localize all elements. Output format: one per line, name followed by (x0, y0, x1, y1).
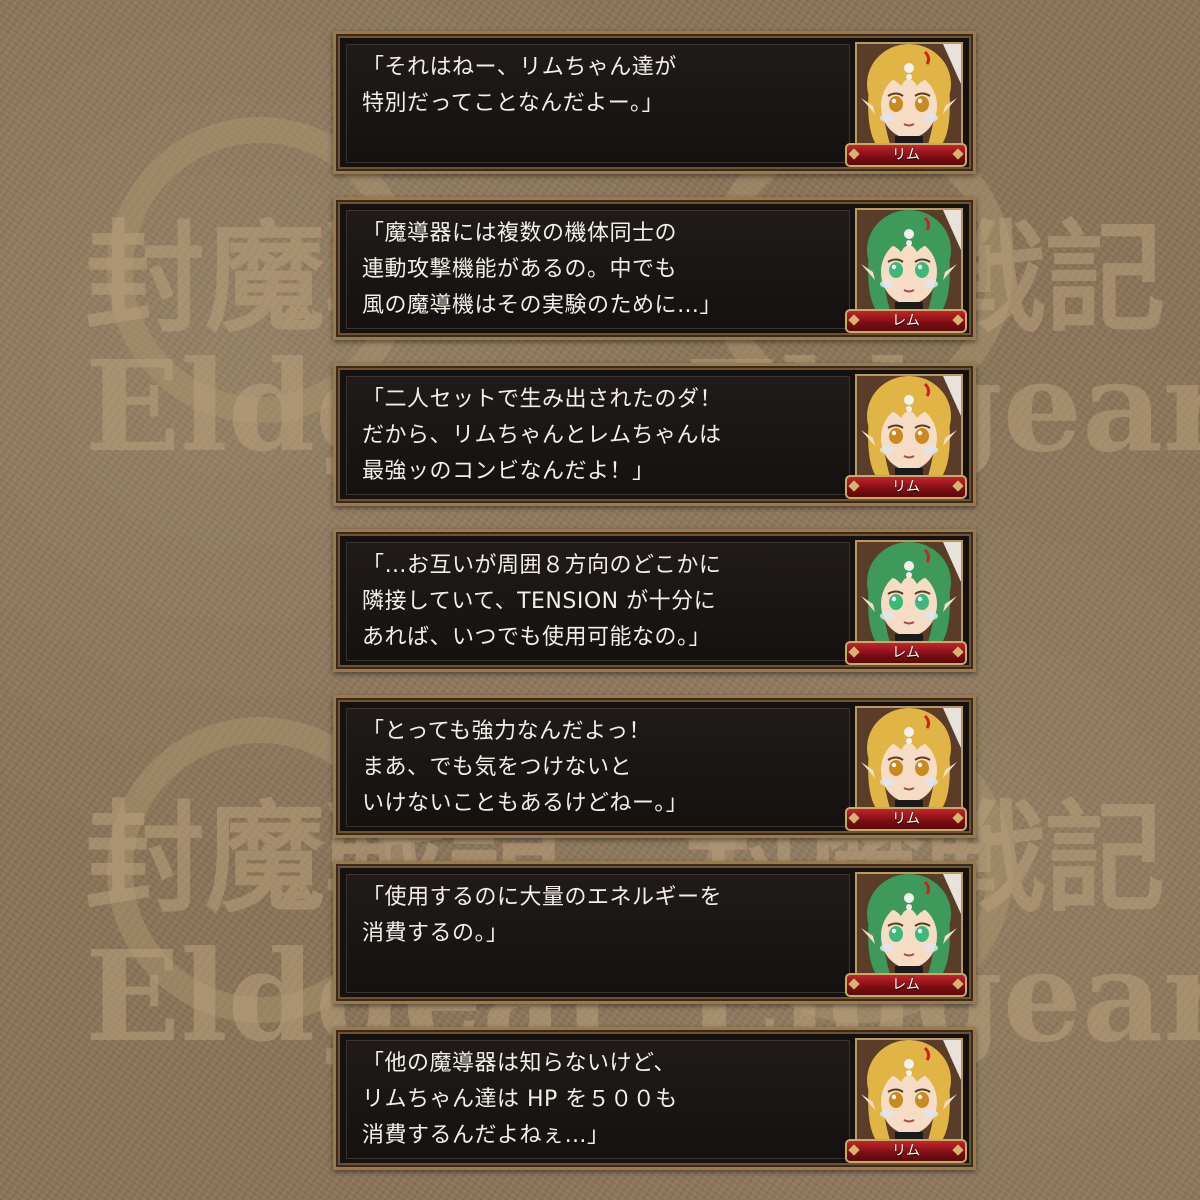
character-portrait (855, 872, 963, 980)
rem-portrait-image (857, 542, 961, 646)
rim-portrait-image (857, 708, 961, 812)
speaker-name-plate: リム (845, 1139, 967, 1163)
dialog-box[interactable]: 「他の魔導器は知らないけど、 リムちゃん達は HP を５００も 消費するんだよね… (333, 1027, 976, 1170)
dialog-text: 「…お互いが周囲８方向のどこかに 隣接していて、TENSION が十分に あれば… (362, 553, 722, 650)
dialog-text: 「それはねー、リムちゃん達が 特別だってことなんだよー。」 (362, 55, 677, 116)
character-portrait (855, 42, 963, 150)
dialog-box[interactable]: 「二人セットで生み出されたのダ！ だから、リムちゃんとレムちゃんは 最強ッのコン… (333, 363, 976, 506)
speaker-name-plate: リム (845, 143, 967, 167)
speaker-name-plate: レム (845, 973, 967, 997)
speaker-name-plate: レム (845, 309, 967, 333)
rim-portrait-image (857, 44, 961, 148)
dialog-box[interactable]: 「とっても強力なんだよっ！ まあ、でも気をつけないと いけないこともあるけどねー… (333, 695, 976, 838)
dialog-text: 「二人セットで生み出されたのダ！ だから、リムちゃんとレムちゃんは 最強ッのコン… (362, 387, 723, 484)
dialog-text: 「とっても強力なんだよっ！ まあ、でも気をつけないと いけないこともあるけどねー… (362, 719, 689, 816)
speaker-name-plate: レム (845, 641, 967, 665)
rim-portrait-image (857, 1040, 961, 1144)
rim-portrait-image (857, 376, 961, 480)
character-portrait (855, 706, 963, 814)
character-portrait (855, 208, 963, 316)
dialog-box[interactable]: 「…お互いが周囲８方向のどこかに 隣接していて、TENSION が十分に あれば… (333, 529, 976, 672)
rem-portrait-image (857, 874, 961, 978)
speaker-name-plate: リム (845, 807, 967, 831)
dialog-box[interactable]: 「魔導器には複数の機体同士の 連動攻撃機能があるの。中でも 風の魔導機はその実験… (333, 197, 976, 340)
dialog-box[interactable]: 「使用するのに大量のエネルギーを 消費するの。」 レム (333, 861, 976, 1004)
dialog-text: 「魔導器には複数の機体同士の 連動攻撃機能があるの。中でも 風の魔導機はその実験… (362, 221, 723, 318)
dialog-text: 「他の魔導器は知らないけど、 リムちゃん達は HP を５００も 消費するんだよね… (362, 1051, 678, 1148)
rem-portrait-image (857, 210, 961, 314)
dialog-text: 「使用するのに大量のエネルギーを 消費するの。」 (362, 885, 723, 946)
character-portrait (855, 1038, 963, 1146)
character-portrait (855, 374, 963, 482)
dialog-box[interactable]: 「それはねー、リムちゃん達が 特別だってことなんだよー。」 リム (333, 31, 976, 174)
speaker-name-plate: リム (845, 475, 967, 499)
character-portrait (855, 540, 963, 648)
